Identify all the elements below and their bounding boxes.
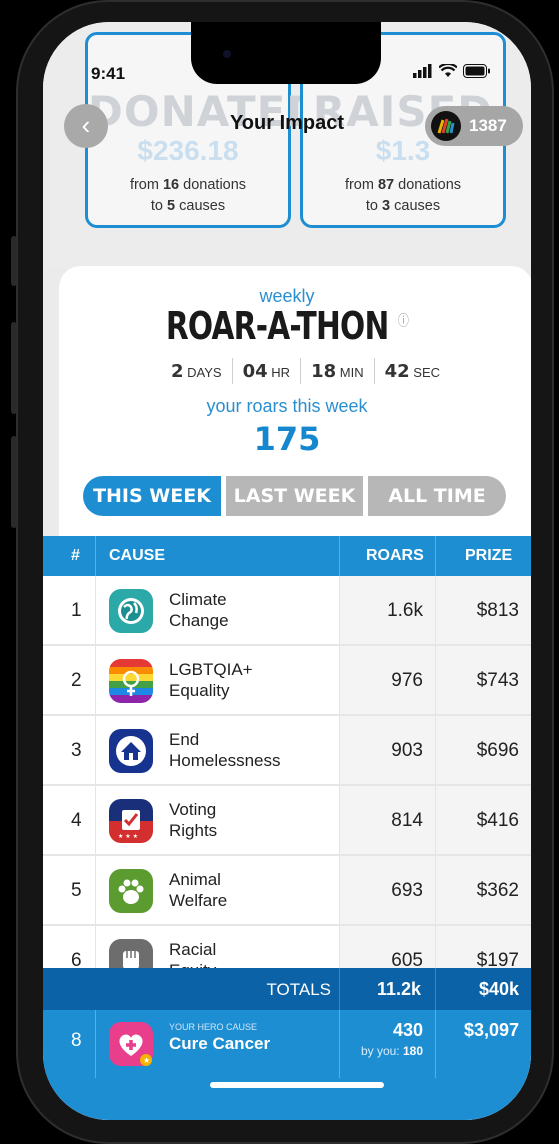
- points-count: 1387: [469, 116, 507, 135]
- row-rank: 3: [71, 740, 82, 761]
- row-prize: $813: [476, 600, 519, 621]
- row-roars: 976: [391, 670, 423, 691]
- header-rank: #: [71, 547, 80, 564]
- totals-label: TOTALS: [266, 980, 331, 999]
- countdown-days: 2 DAYS: [171, 360, 222, 382]
- wifi-icon: [439, 64, 457, 77]
- countdown-seconds: 42 SEC: [384, 360, 441, 382]
- row-rank: 1: [71, 600, 82, 621]
- row-prize: $362: [476, 880, 519, 901]
- row-rank: 5: [71, 880, 82, 901]
- status-time: 9:41: [91, 64, 126, 83]
- cause-rows: 1 Climate Change 1.6k $813 2 LGBTQIA+ Equa…: [43, 576, 531, 996]
- row-roars: 693: [391, 880, 423, 901]
- row-rank: 2: [71, 670, 82, 691]
- table-row[interactable]: 1 Climate Change 1.6k $813: [43, 576, 531, 646]
- tab-this-week[interactable]: THIS WEEK: [83, 476, 221, 516]
- hero-kicker: YOUR HERO CAUSE: [169, 1022, 258, 1032]
- row-prize: $416: [476, 810, 519, 831]
- ballot-icon: ★ ★ ★: [109, 799, 153, 843]
- row-cause-name: Animal Welfare: [169, 870, 228, 910]
- points-badge[interactable]: 1387: [425, 106, 523, 146]
- tab-last-week[interactable]: LAST WEEK: [226, 476, 363, 516]
- row-cause-name: Climate Change: [169, 590, 229, 630]
- home-indicator[interactable]: [210, 1082, 384, 1088]
- table-row[interactable]: 3 End Homelessness 903 $696: [43, 716, 531, 786]
- battery-icon: [463, 64, 490, 78]
- your-roars-label: your roars this week: [206, 396, 368, 416]
- hero-cause-name: Cure Cancer: [169, 1034, 271, 1053]
- roar-logo-icon: [431, 111, 461, 141]
- row-cause-name: LGBTQIA+ Equality: [169, 660, 253, 700]
- row-rank: 4: [71, 810, 82, 831]
- row-roars: 1.6k: [387, 600, 423, 621]
- period-tabs: THIS WEEK LAST WEEK ALL TIME: [83, 476, 506, 516]
- hero-roars: 430: [392, 1020, 423, 1040]
- paw-icon: [109, 869, 153, 913]
- header-prize[interactable]: PRIZE: [465, 536, 512, 576]
- signal-icon: [413, 64, 432, 78]
- totals-roars: 11.2k: [376, 979, 421, 999]
- row-cause-name: Voting Rights: [169, 800, 218, 840]
- house-icon: [109, 729, 153, 773]
- countdown-minutes: 18 MIN: [311, 360, 364, 382]
- heart-plus-icon: ★: [109, 1022, 153, 1066]
- row-prize: $696: [476, 740, 519, 761]
- table-row[interactable]: 2 LGBTQIA+ Equality 976 $743: [43, 646, 531, 716]
- totals-row: TOTALS 11.2k $40k: [43, 968, 531, 1010]
- totals-prize: $40k: [478, 979, 519, 999]
- side-button: [11, 436, 17, 528]
- hero-cause-row[interactable]: 8 ★ YOUR HERO CAUSE Cure Cancer 430 by y…: [43, 1010, 531, 1120]
- info-icon[interactable]: ⓘ: [398, 313, 409, 329]
- side-button: [11, 322, 17, 414]
- table-header: # CAUSE ROARS PRIZE: [43, 536, 531, 576]
- status-icons: [413, 64, 491, 78]
- row-roars: 814: [391, 810, 423, 831]
- pride-symbol-icon: [109, 659, 153, 703]
- hero-prize: $3,097: [463, 1020, 519, 1040]
- app-screen: 9:41 DONATED $236.18 from 16 donations t…: [43, 22, 531, 1120]
- table-row[interactable]: 5 Animal Welfare 693 $362: [43, 856, 531, 926]
- header-cause: CAUSE: [109, 547, 166, 564]
- table-row[interactable]: 4 ★ ★ ★ Voting Rights 814 $416: [43, 786, 531, 856]
- row-prize: $743: [476, 670, 519, 691]
- globe-icon: [109, 589, 153, 633]
- hero-by-you: by you: 180: [360, 1044, 423, 1058]
- countdown-hours: 04 HR: [242, 360, 291, 382]
- countdown-timer: 2 DAYS 04 HR 18 MIN 42 SEC: [161, 358, 450, 384]
- svg-text:★ ★ ★: ★ ★ ★: [118, 833, 138, 840]
- tab-all-time[interactable]: ALL TIME: [368, 476, 506, 516]
- your-roars-count: 175: [253, 420, 321, 458]
- hero-rank: 8: [71, 1030, 82, 1051]
- contest-title: ROAR-A-THON ⓘ: [165, 304, 409, 348]
- row-cause-name: End Homelessness: [169, 730, 281, 770]
- notch: [191, 22, 381, 84]
- svg-text:★: ★: [143, 1056, 150, 1065]
- row-roars: 903: [391, 740, 423, 761]
- side-button: [11, 236, 17, 286]
- header-roars[interactable]: ROARS: [366, 536, 424, 576]
- raised-details: from 87 donations to 3 causes: [344, 177, 462, 214]
- nav-bar: ‹ Your Impact 1387: [43, 100, 531, 150]
- donated-details: from 16 donations to 5 causes: [129, 177, 247, 214]
